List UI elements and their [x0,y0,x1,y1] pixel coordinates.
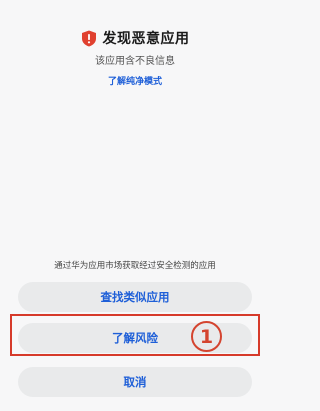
shield-alert-icon [81,30,96,46]
dialog-header: 发现恶意应用 [0,28,270,48]
dialog-title: 发现恶意应用 [102,31,190,47]
security-note: 通过华为应用市场获取经过安全检测的应用 [54,261,216,271]
cancel-button[interactable]: 取消 [18,367,252,397]
dialog-subtitle: 该应用含不良信息 [95,56,175,67]
find-similar-apps-button[interactable]: 查找类似应用 [18,282,252,312]
highlight-annotation-box [10,314,260,356]
step-marker-badge: 1 [191,321,222,352]
pure-mode-link[interactable]: 了解纯净模式 [0,74,270,87]
